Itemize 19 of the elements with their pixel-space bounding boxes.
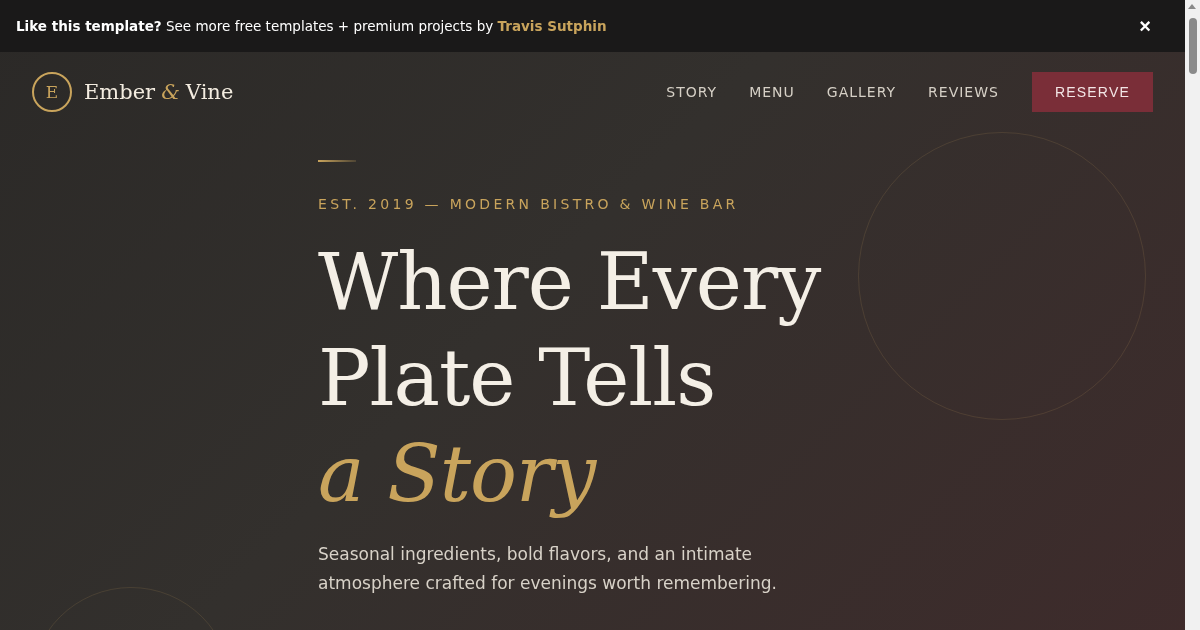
nav-link[interactable]: MENU xyxy=(749,84,795,100)
nav-link[interactable]: GALLERY xyxy=(826,84,897,100)
logo-monogram[interactable]: E xyxy=(32,72,72,112)
close-button[interactable]: × xyxy=(1135,16,1155,36)
hero-description: Seasonal ingredients, bold flavors, and an intimate atmosphere crafted for evenings worth remembering. xyxy=(318,543,778,595)
tagline: EST. 2019 — MODERN BISTRO & WINE BAR xyxy=(318,196,740,212)
reserve-button[interactable]: RESERVE xyxy=(1031,72,1153,112)
brand-name: Ember xyxy=(84,80,156,104)
author-link[interactable]: Travis Sutphin xyxy=(497,18,607,34)
headline-accent: a Story xyxy=(318,428,598,521)
headline-line: Plate Tells xyxy=(318,332,717,425)
nav-link[interactable]: STORY xyxy=(666,84,718,100)
headline-line: Where Every xyxy=(318,236,822,329)
brand-ampersand: & xyxy=(161,80,180,104)
nav-link[interactable]: REVIEWS xyxy=(928,84,999,100)
accent-line xyxy=(318,160,356,162)
brand-name: Vine xyxy=(185,80,234,104)
promo-text: Like this template? See more free templates + premium projects by Travis Sutphin xyxy=(16,18,607,34)
scrollbar[interactable] xyxy=(1185,0,1200,630)
